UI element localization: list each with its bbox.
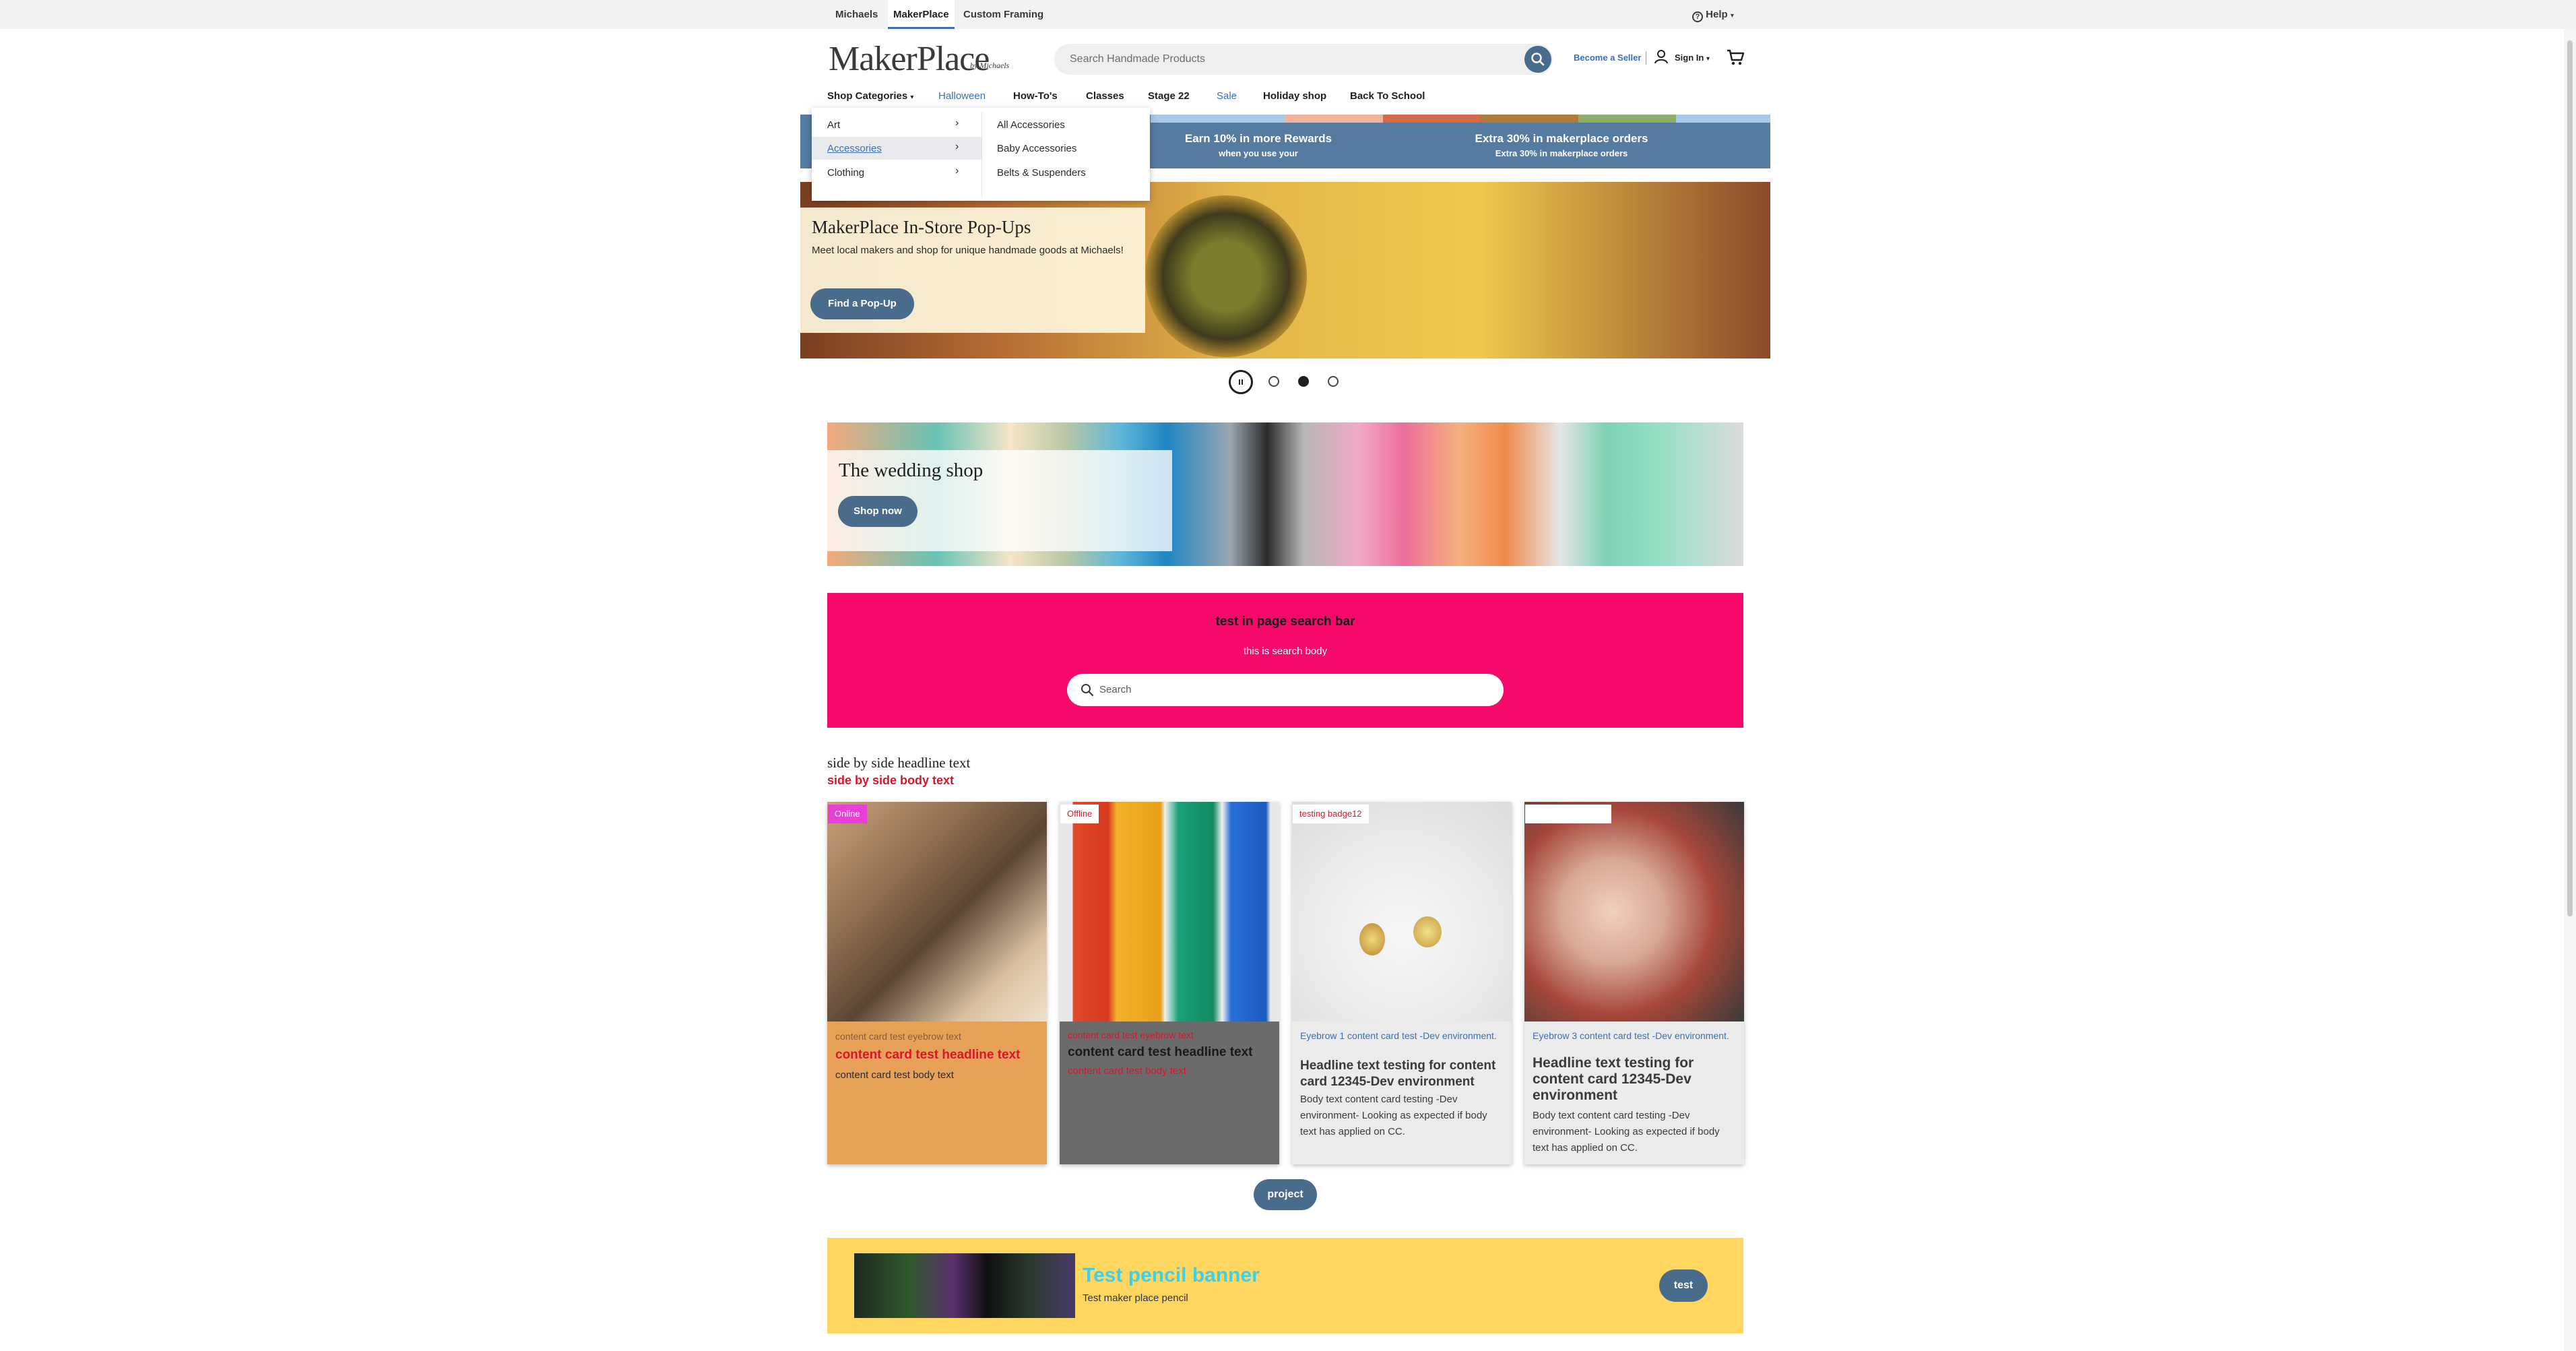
in-page-search-input[interactable] — [1067, 674, 1504, 706]
search-icon — [1079, 682, 1095, 701]
find-popup-button[interactable]: Find a Pop-Up — [810, 288, 914, 319]
content-card-2[interactable] — [1060, 802, 1279, 1164]
content-card-1[interactable] — [827, 802, 1047, 1164]
promo-stripe — [1285, 115, 1383, 123]
category-art[interactable]: Art — [827, 119, 840, 131]
search-icon — [1531, 53, 1545, 66]
subcategory-all-accessories[interactable]: All Accessories — [997, 119, 1065, 131]
carousel-pause-button[interactable] — [1229, 370, 1253, 394]
hero-body: Meet local makers and shop for unique ha… — [812, 245, 1124, 256]
nav-halloween[interactable]: Halloween — [938, 90, 986, 102]
search-placeholder: Search Handmade Products — [1070, 53, 1205, 65]
project-button[interactable]: project — [1254, 1179, 1317, 1210]
pencil-banner-title: Test pencil banner — [1083, 1264, 1260, 1286]
top-utility-bar — [0, 0, 2576, 29]
card-image-beading-hands — [1524, 802, 1744, 1022]
card-image-woman-with-laptop — [827, 802, 1047, 1022]
side-by-side-body: side by side body text — [827, 774, 955, 787]
chevron-right-icon: › — [955, 165, 959, 177]
nav-stage-22[interactable]: Stage 22 — [1148, 90, 1190, 102]
promo-stripe — [1383, 115, 1481, 123]
card-body: content card test body text — [835, 1069, 954, 1081]
promo-title: Extra 30% in makerplace orders — [1475, 132, 1648, 145]
card-badge-empty — [1525, 805, 1611, 823]
card-headline[interactable]: Headline text testing for content card 1… — [1533, 1055, 1737, 1104]
sign-in-button[interactable]: Sign In ▾ — [1675, 53, 1710, 63]
makerplace-logo[interactable]: MakerPlace — [829, 39, 990, 79]
nav-how-tos[interactable]: How-To's — [1013, 90, 1058, 102]
promo-stripe — [1151, 115, 1285, 123]
become-seller-link[interactable]: Become a Seller — [1574, 53, 1641, 63]
side-by-side-headline: side by side headline text — [827, 755, 971, 771]
in-page-search-placeholder: Search — [1099, 684, 1132, 695]
card-eyebrow: Eyebrow 1 content card test -Dev environ… — [1300, 1030, 1497, 1041]
carousel-dot-2[interactable] — [1298, 376, 1309, 387]
in-page-search-section — [827, 593, 1743, 728]
card-eyebrow: content card test eyebrow text — [1068, 1030, 1194, 1040]
sunflower-center — [1145, 195, 1307, 357]
promo-subtitle: Extra 30% in makerplace orders — [1495, 148, 1628, 158]
card-image-vinyl-rolls — [1060, 802, 1279, 1022]
card-headline[interactable]: content card test headline text — [835, 1047, 1040, 1063]
category-clothing[interactable]: Clothing — [827, 167, 864, 179]
help-icon: ? — [1692, 11, 1703, 22]
subcategory-belts-suspenders[interactable]: Belts & Suspenders — [997, 167, 1086, 179]
chevron-down-icon: ▾ — [1730, 12, 1734, 20]
card-badge-online: Online — [828, 805, 867, 823]
pencil-test-button[interactable]: test — [1659, 1269, 1708, 1302]
card-eyebrow: Eyebrow 3 content card test -Dev environ… — [1533, 1030, 1729, 1041]
promo-stripe — [1481, 115, 1578, 123]
promo-stripe — [1676, 115, 1770, 123]
search-button[interactable] — [1524, 46, 1551, 73]
card-body: Body text content card testing -Dev envi… — [1533, 1110, 1720, 1154]
pause-icon — [1239, 379, 1243, 385]
cart-icon[interactable] — [1726, 49, 1745, 69]
nav-sale[interactable]: Sale — [1217, 90, 1237, 102]
category-accessories[interactable]: Accessories — [827, 143, 882, 154]
locket-shape — [1413, 916, 1442, 947]
dropdown-divider — [981, 112, 982, 197]
card-body: Body text content card testing -Dev envi… — [1300, 1094, 1487, 1137]
scrollbar-thumb[interactable] — [2567, 40, 2573, 916]
caret-down-icon: ▾ — [910, 94, 914, 101]
nav-shop-categories[interactable]: Shop Categories ▾ — [827, 90, 913, 102]
help-label: Help — [1706, 9, 1728, 20]
card-eyebrow: content card test eyebrow text — [835, 1031, 961, 1042]
pencil-banner-subtitle: Test maker place pencil — [1083, 1292, 1188, 1304]
shop-now-button[interactable]: Shop now — [838, 496, 917, 527]
chevron-right-icon: › — [955, 141, 959, 152]
wedding-title: The wedding shop — [839, 460, 984, 481]
nav-holiday-shop[interactable]: Holiday shop — [1263, 90, 1326, 102]
nav-shop-categories-label: Shop Categories — [827, 90, 908, 102]
promo-title: Earn 10% in more Rewards — [1184, 132, 1332, 145]
hero-title: MakerPlace In-Store Pop-Ups — [812, 217, 1031, 237]
toplink-makerplace[interactable]: MakerPlace — [888, 0, 955, 29]
promo-subtitle: when you use your — [1219, 148, 1298, 158]
toplink-custom-framing[interactable]: Custom Framing — [963, 0, 1043, 29]
toplink-michaels[interactable]: Michaels — [835, 0, 878, 29]
help-menu[interactable]: ? Help ▾ — [1692, 0, 1734, 29]
in-page-search-title: test in page search bar — [1215, 615, 1355, 629]
card-headline[interactable]: content card test headline text — [1068, 1044, 1273, 1061]
card-badge-testing: testing badge12 — [1293, 805, 1369, 823]
logo-by-michaels: by Michaels — [970, 61, 1010, 70]
card-badge-offline: Offline — [1060, 805, 1099, 823]
nav-back-to-school[interactable]: Back To School — [1350, 90, 1425, 102]
card-image-gold-lockets — [1292, 802, 1512, 1022]
pencil-banner-image — [854, 1253, 1075, 1318]
user-icon[interactable] — [1653, 49, 1669, 68]
carousel-dot-1[interactable] — [1268, 376, 1279, 387]
sign-in-label: Sign In — [1675, 53, 1704, 63]
in-page-search-body: this is search body — [1243, 646, 1328, 657]
chevron-right-icon: › — [955, 117, 959, 129]
locket-shape — [1359, 923, 1385, 955]
carousel-dot-3[interactable] — [1328, 376, 1339, 387]
nav-classes[interactable]: Classes — [1086, 90, 1124, 102]
promo-stripe — [1578, 115, 1676, 123]
chevron-down-icon: ▾ — [1706, 55, 1710, 63]
card-headline[interactable]: Headline text testing for content card 1… — [1300, 1058, 1505, 1090]
card-body: content card test body text — [1068, 1065, 1186, 1077]
subcategory-baby-accessories[interactable]: Baby Accessories — [997, 143, 1076, 154]
